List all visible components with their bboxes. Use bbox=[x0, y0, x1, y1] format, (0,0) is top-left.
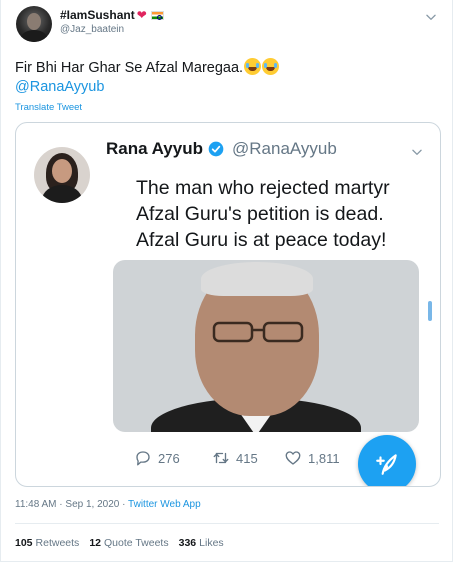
retweet-icon bbox=[213, 452, 229, 464]
tweet-screenshot-image[interactable]: Rana Ayyub @RanaAyyub The man who reject… bbox=[15, 122, 441, 487]
divider bbox=[15, 523, 439, 524]
author-name-row[interactable]: #IamSushant ❤ bbox=[60, 8, 164, 22]
photo-hair bbox=[201, 262, 313, 296]
compose-tweet-icon bbox=[376, 454, 397, 475]
likes-count: 336 bbox=[178, 537, 197, 549]
embedded-author-avatar bbox=[34, 147, 90, 203]
scrollbar-thumb bbox=[428, 301, 432, 321]
retweets-label: Retweets bbox=[35, 537, 80, 549]
india-flag bbox=[150, 10, 164, 20]
tears-of-joy-emoji bbox=[244, 58, 262, 75]
chevron-down-icon[interactable] bbox=[424, 10, 438, 24]
like-count: 1,811 bbox=[308, 450, 340, 466]
retweets-stat[interactable]: 105 Retweets bbox=[15, 537, 79, 549]
tweet-timestamp-row: 11:48 AM · Sep 1, 2020 · Twitter Web App bbox=[15, 499, 201, 510]
embedded-photo bbox=[113, 260, 419, 432]
tweet-source-link[interactable]: Twitter Web App bbox=[128, 499, 201, 510]
likes-stat[interactable]: 336 Likes bbox=[179, 537, 224, 549]
embedded-retweet-action: 415 bbox=[212, 449, 258, 467]
retweets-count: 105 bbox=[15, 537, 33, 549]
chevron-down-icon bbox=[412, 149, 422, 155]
avatar-face bbox=[27, 13, 41, 30]
tears-of-joy-emoji bbox=[262, 58, 280, 75]
embedded-text-line: Afzal Guru is at peace today! bbox=[136, 229, 387, 251]
embedded-tweet-text: The man who rejected martyr Afzal Guru's… bbox=[136, 175, 436, 253]
tweet-text-body: Fir Bhi Har Ghar Se Afzal Maregaa. bbox=[15, 60, 244, 76]
tweet-stats: 105 Retweets 12 Quote Tweets 336 Likes bbox=[15, 537, 224, 549]
compose-tweet-button bbox=[358, 435, 416, 486]
author-display-name[interactable]: #IamSushant bbox=[60, 8, 135, 22]
embedded-author-name: Rana Ayyub bbox=[106, 139, 203, 158]
embedded-reply-action: 276 bbox=[134, 449, 180, 467]
avatar-face bbox=[52, 159, 72, 183]
tweet-timestamp[interactable]: 11:48 AM · Sep 1, 2020 · bbox=[15, 499, 128, 510]
retweet-count: 415 bbox=[236, 450, 258, 466]
avatar-body bbox=[42, 185, 82, 203]
tweet-text: Fir Bhi Har Ghar Se Afzal Maregaa. bbox=[15, 58, 280, 78]
embedded-like-action: 1,811 bbox=[284, 449, 340, 467]
reply-count: 276 bbox=[158, 450, 180, 466]
quote-tweets-stat[interactable]: 12 Quote Tweets bbox=[89, 537, 168, 549]
avatar-body bbox=[21, 30, 47, 42]
embedded-text-line: The man who rejected martyr bbox=[136, 177, 390, 199]
reply-icon bbox=[136, 451, 150, 466]
likes-label: Likes bbox=[199, 537, 224, 549]
tweet-card: #IamSushant ❤ @Jaz_baatein Fir Bhi Har G… bbox=[0, 0, 453, 562]
quote-tweets-label: Quote Tweets bbox=[104, 537, 169, 549]
author-handle[interactable]: @Jaz_baatein bbox=[60, 24, 124, 35]
like-icon bbox=[285, 451, 301, 465]
embedded-name-row: Rana Ayyub @RanaAyyub bbox=[106, 139, 337, 159]
mention-link[interactable]: @RanaAyyub bbox=[15, 79, 104, 95]
author-avatar[interactable] bbox=[16, 6, 52, 42]
verified-badge-icon bbox=[208, 141, 224, 157]
translate-tweet-link[interactable]: Translate Tweet bbox=[15, 102, 82, 113]
embedded-author-handle: @RanaAyyub bbox=[232, 139, 337, 158]
glasses-shape bbox=[212, 321, 304, 343]
quote-tweets-count: 12 bbox=[89, 537, 101, 549]
heart-emoji: ❤ bbox=[136, 8, 147, 22]
embedded-text-line: Afzal Guru's petition is dead. bbox=[136, 203, 384, 225]
